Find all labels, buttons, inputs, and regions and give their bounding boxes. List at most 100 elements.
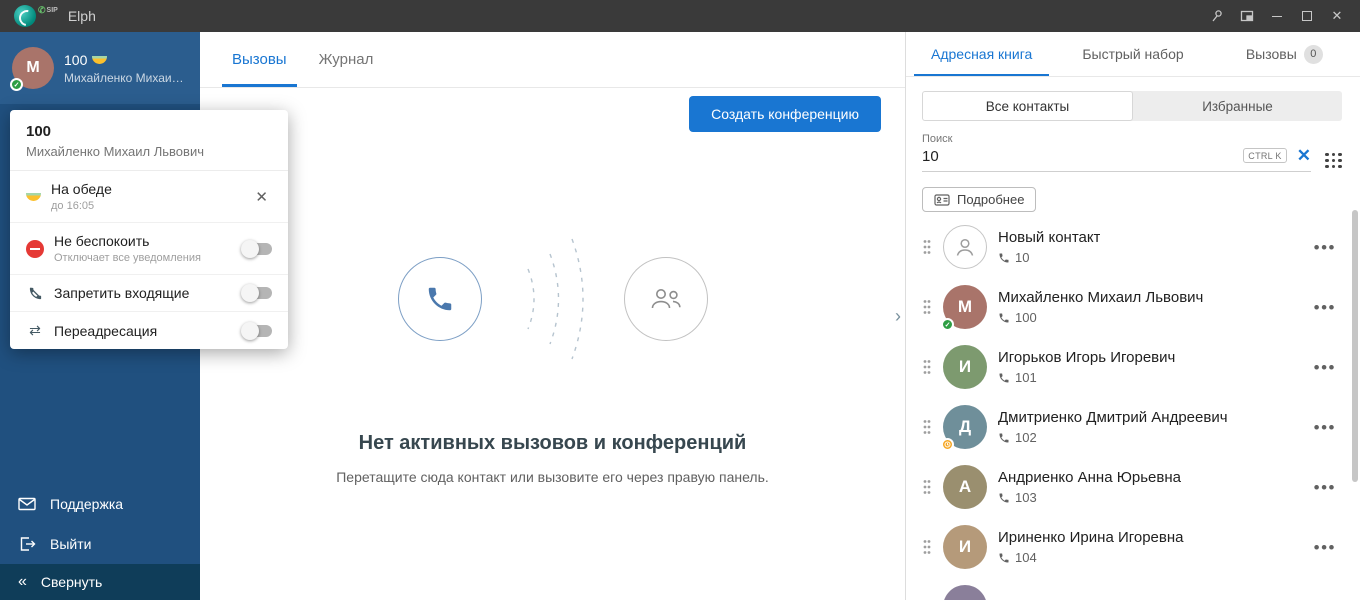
tab-address-book[interactable]: Адресная книга — [906, 32, 1057, 76]
status-row-dnd[interactable]: Не беспокоить Отключает все уведомления — [10, 223, 288, 275]
close-icon: ✕ — [1297, 146, 1311, 165]
collapse-label: Свернуть — [41, 574, 102, 590]
popup-header: 100 Михайленко Михаил Львович — [10, 110, 288, 171]
chevron-right-icon: › — [895, 306, 901, 326]
pin-window-button[interactable] — [1202, 2, 1232, 30]
app-title: Elph — [68, 8, 96, 24]
do-not-disturb-icon — [26, 240, 44, 258]
contact-row[interactable]: П Петренко Пётр Петрович ••• — [922, 577, 1342, 600]
contact-row[interactable]: Новый контакт 10 ••• — [922, 217, 1342, 277]
taco-emoji-icon — [26, 193, 41, 201]
phone-blocked-icon — [26, 286, 44, 301]
block-incoming-toggle[interactable] — [242, 287, 272, 299]
avatar: М ✓ — [943, 285, 987, 329]
minimize-icon — [1272, 16, 1282, 17]
mail-icon — [18, 497, 36, 511]
always-on-top-button[interactable] — [1232, 2, 1262, 30]
app-window: ✆ SIP Elph ✕ М ✓ — [0, 0, 1360, 600]
forwarding-label: Переадресация — [54, 323, 232, 339]
segment-favorites[interactable]: Избранные — [1133, 91, 1342, 121]
maximize-button[interactable] — [1292, 2, 1322, 30]
contact-number: 103 — [998, 490, 1181, 505]
collapse-right-panel-button[interactable]: › — [893, 301, 903, 331]
minimize-button[interactable] — [1262, 2, 1292, 30]
ellipsis-icon: ••• — [1314, 238, 1336, 257]
segment-all-contacts[interactable]: Все контакты — [922, 91, 1133, 121]
contact-more-button[interactable]: ••• — [1308, 235, 1342, 260]
collapse-sidebar-button[interactable]: « Свернуть — [0, 564, 200, 600]
search-input[interactable]: Поиск 10 CTRL K ✕ — [922, 133, 1311, 172]
contact-name: Михайленко Михаил Львович — [998, 289, 1203, 306]
search-shortcut-badge: CTRL K — [1243, 148, 1286, 163]
contact-name: Петренко Пётр Петрович — [998, 597, 1173, 600]
details-button[interactable]: Подробнее — [922, 187, 1036, 212]
block-incoming-label: Запретить входящие — [54, 285, 232, 301]
tab-calls-list[interactable]: Вызовы 0 — [1209, 32, 1360, 76]
dnd-label: Не беспокоить — [54, 233, 232, 249]
call-forwarding-icon: ⇄ — [26, 322, 44, 339]
avatar: Д — [943, 405, 987, 449]
contact-name: Дмитриенко Дмитрий Андреевич — [998, 409, 1228, 426]
status-row-block-incoming[interactable]: Запретить входящие — [10, 275, 288, 312]
app-logo-icon — [14, 5, 36, 27]
forwarding-toggle[interactable] — [242, 325, 272, 337]
contact-number: 10 — [998, 250, 1100, 265]
contact-more-button[interactable]: ••• — [1308, 475, 1342, 500]
contact-number: 102 — [998, 430, 1228, 445]
contact-row[interactable]: Д Дмитриенко Дмитрий Андреевич 102 ••• — [922, 397, 1342, 457]
clear-search-button[interactable]: ✕ — [1297, 147, 1311, 164]
support-label: Поддержка — [50, 496, 123, 512]
tab-calls[interactable]: Вызовы — [216, 32, 303, 87]
contact-number: 104 — [998, 550, 1184, 565]
away-status-badge-icon — [941, 438, 954, 451]
tab-speed-dial[interactable]: Быстрый набор — [1057, 32, 1208, 76]
phone-icon — [998, 492, 1010, 504]
contact-row[interactable]: И Игорьков Игорь Игоревич 101 ••• — [922, 337, 1342, 397]
scrollbar-thumb[interactable] — [1352, 210, 1358, 482]
contact-more-button[interactable]: ••• — [1308, 595, 1342, 600]
sip-phone-icon: ✆ — [38, 6, 46, 15]
close-button[interactable]: ✕ — [1322, 2, 1352, 30]
person-icon — [953, 235, 977, 259]
contact-more-button[interactable]: ••• — [1308, 535, 1342, 560]
pin-icon — [1210, 9, 1224, 23]
sidebar-item-logout[interactable]: Выйти — [0, 524, 200, 564]
status-row-forwarding[interactable]: ⇄ Переадресация — [10, 312, 288, 349]
sidebar-item-support[interactable]: Поддержка — [0, 484, 200, 524]
right-panel-tab-bar: Адресная книга Быстрый набор Вызовы 0 — [906, 32, 1360, 77]
contact-more-button[interactable]: ••• — [1308, 295, 1342, 320]
status-row-lunch[interactable]: На обеде до 16:05 ✕ — [10, 171, 288, 223]
logout-icon — [18, 536, 36, 552]
clear-status-button[interactable]: ✕ — [251, 186, 272, 208]
user-avatar: М ✓ — [12, 47, 54, 89]
drag-handle-icon[interactable] — [922, 539, 932, 555]
contact-row[interactable]: И Ириненко Ирина Игоревна 104 ••• — [922, 517, 1342, 577]
ellipsis-icon: ••• — [1314, 478, 1336, 497]
avatar: П — [943, 585, 987, 600]
contact-more-button[interactable]: ••• — [1308, 355, 1342, 380]
user-block[interactable]: М ✓ 100 Михайленко Михаи… — [0, 32, 200, 104]
drag-handle-icon[interactable] — [922, 299, 932, 315]
drag-handle-icon[interactable] — [922, 239, 932, 255]
dnd-toggle[interactable] — [242, 243, 272, 255]
empty-illustration — [398, 234, 708, 364]
dialpad-grid-button[interactable] — [1325, 153, 1342, 173]
contact-more-button[interactable]: ••• — [1308, 415, 1342, 440]
contact-list: Новый контакт 10 ••• М ✓ Михайлен — [922, 217, 1342, 600]
drag-handle-icon[interactable] — [922, 479, 932, 495]
taco-emoji-icon — [92, 56, 107, 64]
conference-circle-icon — [624, 257, 708, 341]
contact-row[interactable]: А Андриенко Анна Юрьевна 103 ••• — [922, 457, 1342, 517]
contact-number: 100 — [998, 310, 1203, 325]
contact-row[interactable]: М ✓ Михайленко Михаил Львович 100 ••• — [922, 277, 1342, 337]
drag-handle-icon[interactable] — [922, 419, 932, 435]
tab-journal[interactable]: Журнал — [303, 32, 390, 87]
ellipsis-icon: ••• — [1314, 538, 1336, 557]
drag-handle-icon[interactable] — [922, 359, 932, 375]
phone-icon — [425, 284, 455, 314]
create-conference-button[interactable]: Создать конференцию — [689, 96, 881, 132]
chevrons-left-icon: « — [18, 574, 27, 590]
people-icon — [648, 286, 684, 312]
empty-title: Нет активных вызовов и конференций — [359, 432, 747, 455]
contact-name: Ириненко Ирина Игоревна — [998, 529, 1184, 546]
